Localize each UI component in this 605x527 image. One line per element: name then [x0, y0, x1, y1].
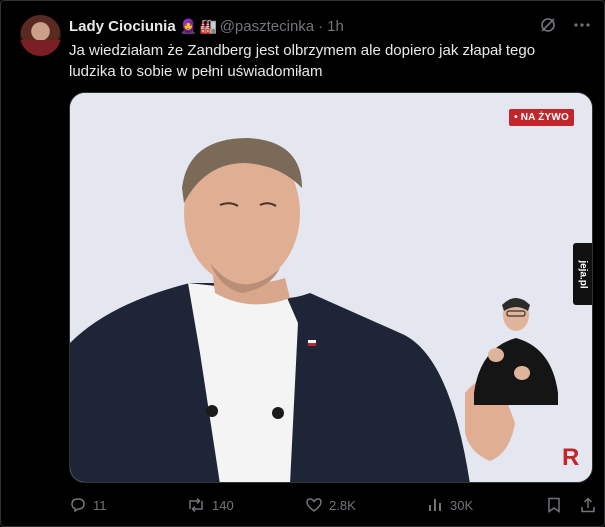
emoji-factory-icon: 🏭 [199, 18, 218, 34]
video-frame [70, 93, 592, 482]
views-count: 30K [450, 497, 474, 513]
reply-count: 11 [93, 497, 107, 513]
bookmark-button[interactable] [545, 496, 563, 514]
emoji-person-icon: 🧕 [179, 18, 198, 34]
grok-icon[interactable] [538, 15, 558, 35]
author-handle[interactable]: @pasztecinka [220, 18, 314, 35]
separator-dot: · [318, 17, 324, 35]
retweet-button[interactable]: 140 [186, 496, 234, 514]
top-actions [538, 15, 592, 35]
tweet-card[interactable]: Lady Ciociunia 🧕 🏭 @pasztecinka · 1h Ja … [0, 0, 605, 527]
reply-icon [71, 498, 85, 513]
tweet-time[interactable]: 1h [327, 18, 344, 35]
tweet-text-line-1: Ja wiedziałam że Zandberg jest olbrzymem… [69, 42, 536, 59]
tweet-text: Ja wiedziałam że Zandberg jest olbrzymem… [69, 40, 574, 82]
tweet-text-line-2: ludzika to sobie w pełni uświadomiłam [69, 63, 323, 80]
jeja-watermark: jeja.pl [573, 243, 592, 305]
tweet-media-video[interactable]: • NA ŻYWO jeja.pl R [69, 92, 593, 483]
like-count: 2.8K [329, 497, 356, 513]
share-icon [581, 497, 595, 513]
views-icon [429, 499, 441, 511]
live-badge: • NA ŻYWO [509, 109, 574, 126]
retweet-count: 140 [212, 497, 234, 513]
watermark-text: jeja.pl [577, 259, 589, 289]
avatar[interactable] [20, 15, 61, 56]
reply-button[interactable]: 11 [69, 496, 107, 514]
share-button[interactable] [579, 496, 597, 514]
channel-logo: R [562, 444, 580, 471]
bookmark-icon [548, 497, 560, 513]
like-icon [306, 498, 322, 512]
tweet-actions: 11 140 2.8K 30K [69, 495, 599, 515]
views-button[interactable]: 30K [426, 496, 473, 514]
tweet-header: Lady Ciociunia 🧕 🏭 @pasztecinka · 1h [69, 16, 344, 36]
more-icon[interactable] [572, 15, 592, 35]
retweet-icon [189, 497, 203, 513]
like-button[interactable]: 2.8K [305, 496, 356, 514]
author-name[interactable]: Lady Ciociunia [69, 18, 176, 35]
